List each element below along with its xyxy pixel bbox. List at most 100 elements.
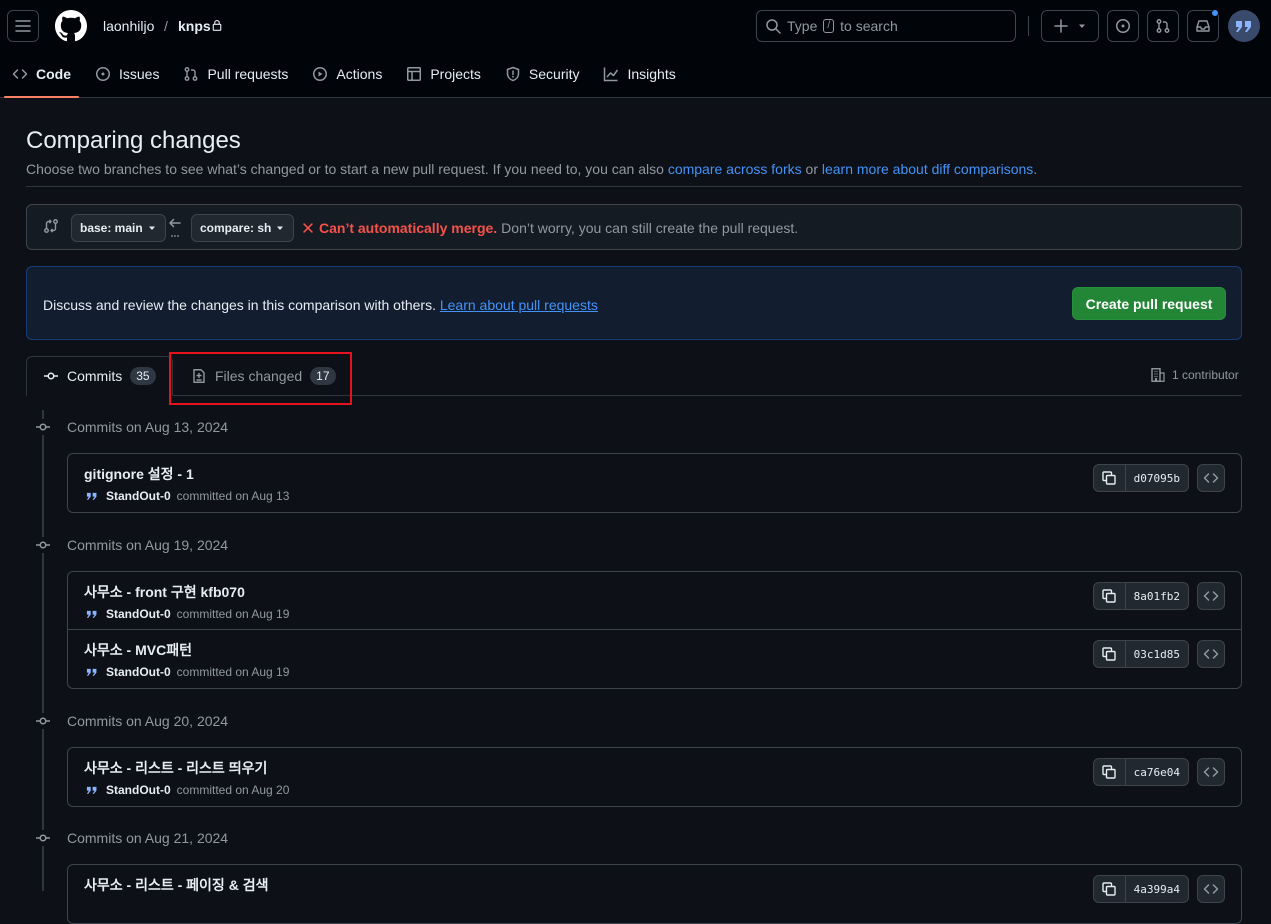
search-input[interactable]: Type / to search xyxy=(756,10,1016,42)
tab-security[interactable]: Security xyxy=(497,56,588,92)
commit-message[interactable]: 사무소 - 리스트 - 리스트 띄우기 xyxy=(84,758,267,778)
play-icon xyxy=(312,66,328,82)
commit-message[interactable]: 사무소 - MVC패턴 xyxy=(84,640,192,660)
issues-button[interactable] xyxy=(1107,10,1139,42)
commit-sha[interactable]: d07095b xyxy=(1126,465,1188,491)
git-compare-icon xyxy=(43,218,59,234)
highlight-box xyxy=(169,352,352,405)
copy-icon[interactable] xyxy=(1094,465,1126,491)
commit-time: committed on Aug 19 xyxy=(176,607,290,621)
search-placeholder-prefix: Type xyxy=(787,18,818,34)
copy-icon[interactable] xyxy=(1094,759,1126,785)
copy-icon[interactable] xyxy=(1094,876,1126,902)
sha-button-group: d07095b xyxy=(1092,464,1189,492)
tab-pull-requests[interactable]: Pull requests xyxy=(175,56,296,92)
sha-button-group: 4a399a4 xyxy=(1092,875,1189,903)
browse-code-icon[interactable] xyxy=(1197,758,1225,786)
subtitle-or: or xyxy=(805,161,818,177)
base-branch-label: base: main xyxy=(80,221,143,235)
commit-group-header: Commits on Aug 19, 2024 xyxy=(35,537,228,553)
inbox-icon xyxy=(1196,20,1210,32)
pull-request-icon xyxy=(1156,19,1170,33)
commit-actions: 8a01fb2 xyxy=(1092,582,1225,610)
learn-pull-requests-link[interactable]: Learn about pull requests xyxy=(440,297,598,313)
sha-button-group: ca76e04 xyxy=(1092,758,1189,786)
lock-icon xyxy=(211,19,223,31)
issue-icon xyxy=(95,66,111,82)
app-header: laonhiljo / knps Type / to search Code I… xyxy=(0,0,1271,98)
commit-group-date: Commits on Aug 21, 2024 xyxy=(67,830,229,846)
commit-icon xyxy=(35,830,51,846)
commit-time: committed on Aug 19 xyxy=(176,665,290,679)
shield-icon xyxy=(505,66,521,82)
x-icon xyxy=(303,223,313,233)
base-branch-button[interactable]: base: main xyxy=(71,214,166,242)
copy-icon[interactable] xyxy=(1094,641,1126,667)
commit-timeline xyxy=(42,410,44,891)
pull-requests-button[interactable] xyxy=(1147,10,1179,42)
commit-row: 사무소 - front 구현 kfb070 StandOut-0 committed… xyxy=(68,572,1241,630)
compare-forks-link[interactable]: compare across forks xyxy=(668,161,802,177)
flash-message: Discuss and review the changes in this c… xyxy=(43,297,598,313)
graph-icon xyxy=(603,66,619,82)
author-avatar[interactable] xyxy=(84,664,100,680)
compare-flash: Discuss and review the changes in this c… xyxy=(26,266,1242,340)
browse-code-icon[interactable] xyxy=(1197,875,1225,903)
author-avatar[interactable] xyxy=(84,606,100,622)
tab-projects[interactable]: Projects xyxy=(398,56,489,92)
contributors[interactable]: 1 contributor xyxy=(1150,367,1239,383)
tab-insights-label: Insights xyxy=(627,66,676,82)
copy-icon[interactable] xyxy=(1094,583,1126,609)
page-title: Comparing changes xyxy=(26,127,241,154)
avatar-icon xyxy=(1236,21,1251,32)
author-avatar[interactable] xyxy=(84,488,100,504)
commit-meta: StandOut-0 committed on Aug 20 xyxy=(84,782,289,798)
compare-branch-button[interactable]: compare: sh xyxy=(191,214,295,242)
tab-issues-label: Issues xyxy=(119,66,160,82)
breadcrumb-owner[interactable]: laonhiljo xyxy=(103,18,154,34)
compare-branch-label: compare: sh xyxy=(200,221,272,235)
commit-list: 사무소 - 리스트 - 페이징 & 검색 4a399a4 xyxy=(67,864,1242,924)
user-avatar[interactable] xyxy=(1228,10,1260,42)
commit-message[interactable]: gitignore 설정 - 1 xyxy=(84,464,194,484)
search-shortcut-key: / xyxy=(823,19,835,33)
tab-insights[interactable]: Insights xyxy=(595,56,683,92)
commit-author[interactable]: StandOut-0 xyxy=(106,489,171,503)
commit-icon xyxy=(44,372,58,380)
commit-sha[interactable]: 8a01fb2 xyxy=(1126,583,1188,609)
commit-sha[interactable]: ca76e04 xyxy=(1126,759,1188,785)
commit-author[interactable]: StandOut-0 xyxy=(106,607,171,621)
commit-actions: ca76e04 xyxy=(1092,758,1225,786)
browse-code-icon[interactable] xyxy=(1197,640,1225,668)
commit-author[interactable]: StandOut-0 xyxy=(106,665,171,679)
tab-actions[interactable]: Actions xyxy=(304,56,390,92)
learn-diff-link[interactable]: learn more about diff comparisons xyxy=(822,161,1033,177)
commit-sha[interactable]: 4a399a4 xyxy=(1126,876,1188,902)
author-avatar[interactable] xyxy=(84,782,100,798)
notification-dot xyxy=(1211,9,1219,17)
breadcrumb-repo[interactable]: knps xyxy=(178,18,211,34)
browse-code-icon[interactable] xyxy=(1197,464,1225,492)
commit-sha[interactable]: 03c1d85 xyxy=(1126,641,1188,667)
commit-actions: d07095b xyxy=(1092,464,1225,492)
menu-button[interactable] xyxy=(7,10,39,42)
commit-author[interactable]: StandOut-0 xyxy=(106,783,171,797)
table-icon xyxy=(406,66,422,82)
commit-message[interactable]: 사무소 - 리스트 - 페이징 & 검색 xyxy=(84,875,268,895)
commit-icon xyxy=(35,713,51,729)
tab-projects-label: Projects xyxy=(430,66,481,82)
tab-code[interactable]: Code xyxy=(4,56,79,98)
commit-group-header: Commits on Aug 20, 2024 xyxy=(35,713,228,729)
commit-time: committed on Aug 20 xyxy=(176,783,290,797)
divider xyxy=(26,186,1242,187)
tab-commits[interactable]: Commits 35 xyxy=(26,356,173,396)
create-pull-request-button[interactable]: Create pull request xyxy=(1072,287,1226,320)
browse-code-icon[interactable] xyxy=(1197,582,1225,610)
commit-message[interactable]: 사무소 - front 구현 kfb070 xyxy=(84,582,245,602)
issue-icon xyxy=(1116,19,1130,33)
merge-status: Can’t automatically merge. Don’t worry, … xyxy=(301,220,798,236)
create-new-button[interactable] xyxy=(1041,10,1099,42)
github-logo-icon[interactable] xyxy=(55,10,87,42)
tab-issues[interactable]: Issues xyxy=(87,56,167,92)
tab-pull-requests-label: Pull requests xyxy=(207,66,289,82)
